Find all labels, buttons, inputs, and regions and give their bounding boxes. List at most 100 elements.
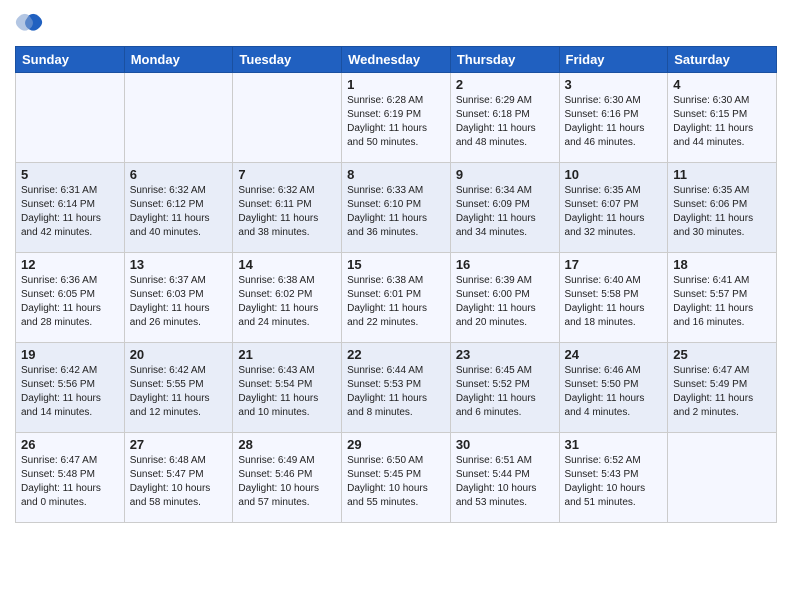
day-cell: 20 Sunrise: 6:42 AMSunset: 5:55 PMDayligh… [124,343,233,433]
day-number: 4 [673,77,771,92]
logo [15,10,47,38]
day-number: 2 [456,77,554,92]
day-cell: 28 Sunrise: 6:49 AMSunset: 5:46 PMDayligh… [233,433,342,523]
week-row-2: 5Sunrise: 6:31 AMSunset: 6:14 PMDaylight… [16,163,777,253]
day-cell: 27Sunrise: 6:48 AMSunset: 5:47 PMDayligh… [124,433,233,523]
day-number: 18 [673,257,771,272]
day-info: Sunrise: 6:36 AMSunset: 6:05 PMDaylight:… [21,274,119,330]
weekday-header-wednesday: Wednesday [342,47,451,73]
day-number: 22 [347,347,445,362]
day-number: 10 [565,167,663,182]
day-info: Sunrise: 6:39 AMSunset: 6:00 PMDaylight:… [456,274,554,330]
day-info: Sunrise: 6:31 AMSunset: 6:14 PMDaylight:… [21,184,119,240]
day-info: Sunrise: 6:37 AMSunset: 6:03 PMDaylight:… [130,274,228,330]
day-info: Sunrise: 6:44 AMSunset: 5:53 PMDaylight:… [347,364,445,420]
day-number: 1 [347,77,445,92]
weekday-header-row: SundayMondayTuesdayWednesdayThursdayFrid… [16,47,777,73]
week-row-1: 1 Sunrise: 6:28 AMSunset: 6:19 PMDaylight… [16,73,777,163]
day-info: Sunrise: 6:35 AMSunset: 6:07 PMDaylight:… [565,184,663,240]
day-cell: 3Sunrise: 6:30 AMSunset: 6:16 PMDaylight… [559,73,668,163]
calendar-table: SundayMondayTuesdayWednesdayThursdayFrid… [15,46,777,523]
day-number: 16 [456,257,554,272]
day-number: 25 [673,347,771,362]
day-cell: 5Sunrise: 6:31 AMSunset: 6:14 PMDaylight… [16,163,125,253]
day-number: 7 [238,167,336,182]
day-cell: 6 Sunrise: 6:32 AMSunset: 6:12 PMDaylight… [124,163,233,253]
day-cell: 12Sunrise: 6:36 AMSunset: 6:05 PMDayligh… [16,253,125,343]
day-cell: 15 Sunrise: 6:38 AMSunset: 6:01 PMDayligh… [342,253,451,343]
week-row-5: 26 Sunrise: 6:47 AMSunset: 5:48 PMDayligh… [16,433,777,523]
day-number: 17 [565,257,663,272]
day-cell: 4 Sunrise: 6:30 AMSunset: 6:15 PMDaylight… [668,73,777,163]
day-info: Sunrise: 6:32 AMSunset: 6:11 PMDaylight:… [238,184,336,240]
week-row-3: 12Sunrise: 6:36 AMSunset: 6:05 PMDayligh… [16,253,777,343]
day-info: Sunrise: 6:42 AMSunset: 5:55 PMDaylight:… [130,364,228,420]
day-info: Sunrise: 6:28 AMSunset: 6:19 PMDaylight:… [347,94,445,150]
day-cell: 16 Sunrise: 6:39 AMSunset: 6:00 PMDayligh… [450,253,559,343]
day-cell: 1 Sunrise: 6:28 AMSunset: 6:19 PMDaylight… [342,73,451,163]
weekday-header-tuesday: Tuesday [233,47,342,73]
day-cell: 7 Sunrise: 6:32 AMSunset: 6:11 PMDaylight… [233,163,342,253]
day-number: 14 [238,257,336,272]
day-cell: 14 Sunrise: 6:38 AMSunset: 6:02 PMDayligh… [233,253,342,343]
day-info: Sunrise: 6:38 AMSunset: 6:02 PMDaylight:… [238,274,336,330]
day-cell: 26 Sunrise: 6:47 AMSunset: 5:48 PMDayligh… [16,433,125,523]
day-info: Sunrise: 6:32 AMSunset: 6:12 PMDaylight:… [130,184,228,240]
day-info: Sunrise: 6:51 AMSunset: 5:44 PMDaylight:… [456,454,554,510]
day-cell: 22 Sunrise: 6:44 AMSunset: 5:53 PMDayligh… [342,343,451,433]
day-number: 13 [130,257,228,272]
day-info: Sunrise: 6:38 AMSunset: 6:01 PMDaylight:… [347,274,445,330]
day-cell [16,73,125,163]
day-cell: 19Sunrise: 6:42 AMSunset: 5:56 PMDayligh… [16,343,125,433]
weekday-header-monday: Monday [124,47,233,73]
day-number: 21 [238,347,336,362]
day-number: 20 [130,347,228,362]
day-cell: 29 Sunrise: 6:50 AMSunset: 5:45 PMDayligh… [342,433,451,523]
header [15,10,777,38]
day-info: Sunrise: 6:49 AMSunset: 5:46 PMDaylight:… [238,454,336,510]
day-number: 24 [565,347,663,362]
day-number: 6 [130,167,228,182]
day-info: Sunrise: 6:33 AMSunset: 6:10 PMDaylight:… [347,184,445,240]
day-number: 8 [347,167,445,182]
day-cell [668,433,777,523]
day-number: 3 [565,77,663,92]
week-row-4: 19Sunrise: 6:42 AMSunset: 5:56 PMDayligh… [16,343,777,433]
day-number: 28 [238,437,336,452]
day-number: 31 [565,437,663,452]
day-number: 30 [456,437,554,452]
day-cell: 24 Sunrise: 6:46 AMSunset: 5:50 PMDayligh… [559,343,668,433]
day-cell [124,73,233,163]
day-info: Sunrise: 6:46 AMSunset: 5:50 PMDaylight:… [565,364,663,420]
day-cell: 30 Sunrise: 6:51 AMSunset: 5:44 PMDayligh… [450,433,559,523]
day-number: 29 [347,437,445,452]
day-info: Sunrise: 6:50 AMSunset: 5:45 PMDaylight:… [347,454,445,510]
weekday-header-friday: Friday [559,47,668,73]
day-number: 23 [456,347,554,362]
day-info: Sunrise: 6:47 AMSunset: 5:48 PMDaylight:… [21,454,119,510]
day-info: Sunrise: 6:35 AMSunset: 6:06 PMDaylight:… [673,184,771,240]
day-info: Sunrise: 6:47 AMSunset: 5:49 PMDaylight:… [673,364,771,420]
day-info: Sunrise: 6:34 AMSunset: 6:09 PMDaylight:… [456,184,554,240]
day-info: Sunrise: 6:48 AMSunset: 5:47 PMDaylight:… [130,454,228,510]
day-cell: 11Sunrise: 6:35 AMSunset: 6:06 PMDayligh… [668,163,777,253]
day-info: Sunrise: 6:29 AMSunset: 6:18 PMDaylight:… [456,94,554,150]
day-cell: 10 Sunrise: 6:35 AMSunset: 6:07 PMDayligh… [559,163,668,253]
day-info: Sunrise: 6:45 AMSunset: 5:52 PMDaylight:… [456,364,554,420]
day-cell: 21 Sunrise: 6:43 AMSunset: 5:54 PMDayligh… [233,343,342,433]
day-cell: 25 Sunrise: 6:47 AMSunset: 5:49 PMDayligh… [668,343,777,433]
day-number: 26 [21,437,119,452]
day-info: Sunrise: 6:43 AMSunset: 5:54 PMDaylight:… [238,364,336,420]
day-info: Sunrise: 6:40 AMSunset: 5:58 PMDaylight:… [565,274,663,330]
day-info: Sunrise: 6:30 AMSunset: 6:15 PMDaylight:… [673,94,771,150]
weekday-header-sunday: Sunday [16,47,125,73]
day-cell: 23 Sunrise: 6:45 AMSunset: 5:52 PMDayligh… [450,343,559,433]
day-cell [233,73,342,163]
day-number: 9 [456,167,554,182]
day-info: Sunrise: 6:42 AMSunset: 5:56 PMDaylight:… [21,364,119,420]
day-number: 15 [347,257,445,272]
logo-icon [15,10,43,38]
day-cell: 13 Sunrise: 6:37 AMSunset: 6:03 PMDayligh… [124,253,233,343]
weekday-header-thursday: Thursday [450,47,559,73]
day-cell: 2 Sunrise: 6:29 AMSunset: 6:18 PMDaylight… [450,73,559,163]
